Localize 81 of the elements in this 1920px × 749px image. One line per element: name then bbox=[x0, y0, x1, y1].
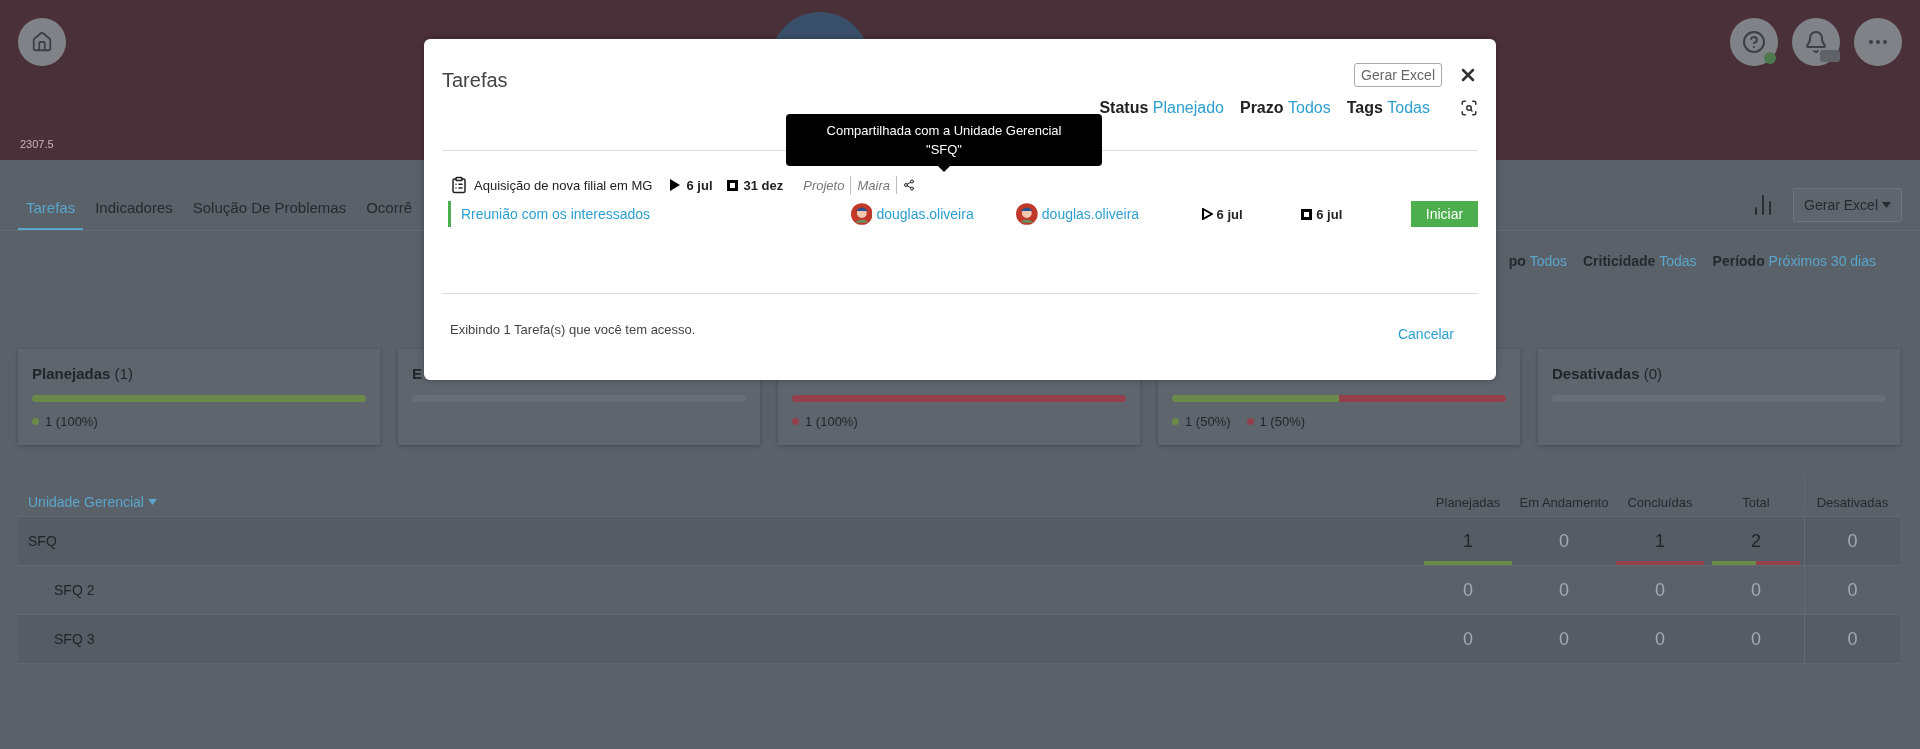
legend-item: 1 (100%) bbox=[792, 414, 858, 429]
task-end: 6 jul bbox=[1316, 206, 1344, 222]
column-header: Planejadas bbox=[1434, 495, 1502, 510]
count-value: 0 bbox=[1847, 530, 1858, 552]
more-icon bbox=[1869, 40, 1887, 44]
filter-label[interactable]: Prazo Todos bbox=[1239, 99, 1331, 117]
clipboard-icon bbox=[450, 176, 468, 194]
excel-dropdown[interactable]: Gerar Excel bbox=[1793, 188, 1902, 222]
excel-button[interactable]: Gerar Excel bbox=[1354, 63, 1442, 87]
unit-name: SFQ 3 bbox=[53, 631, 96, 647]
project-type: Projeto bbox=[803, 177, 845, 193]
tooltip-pointer-icon bbox=[938, 166, 950, 172]
help-button[interactable] bbox=[1730, 18, 1778, 66]
focus-button[interactable] bbox=[1460, 99, 1478, 117]
unit-name: SFQ 2 bbox=[53, 582, 96, 598]
avatar-icon bbox=[1016, 203, 1038, 225]
count-value: 1 bbox=[1655, 530, 1665, 552]
start-button[interactable]: Iniciar bbox=[1410, 201, 1478, 227]
count-value: 0 bbox=[1559, 628, 1569, 650]
home-button[interactable] bbox=[18, 18, 66, 66]
project-name: Aquisição de nova filial em MG bbox=[474, 177, 653, 193]
focus-icon bbox=[1460, 99, 1478, 117]
status-dot bbox=[1764, 52, 1776, 64]
count-value: 0 bbox=[1463, 579, 1473, 601]
filter-label[interactable]: Período Próximos 30 dias bbox=[1712, 253, 1876, 269]
summary-text: Exibindo 1 Tarefa(s) que você tem acesso. bbox=[450, 321, 696, 337]
bell-icon bbox=[1804, 30, 1828, 54]
legend-item: 1 (50%) bbox=[1172, 414, 1231, 429]
page-tab[interactable]: Ocorrê bbox=[358, 191, 421, 230]
filter-label[interactable]: Status Planejado bbox=[1099, 99, 1224, 117]
count-value: 0 bbox=[1463, 628, 1473, 650]
column-header: Em Andamento bbox=[1518, 495, 1610, 510]
version-label: 2307.5 bbox=[20, 138, 54, 150]
filter-label[interactable]: Tags Todas bbox=[1346, 99, 1430, 117]
page-tab[interactable]: Solução De Problemas bbox=[184, 191, 355, 230]
share-icon[interactable] bbox=[902, 179, 915, 191]
card-title: E bbox=[412, 365, 423, 384]
count-value: 0 bbox=[1655, 628, 1665, 650]
project-owner: Maira bbox=[857, 177, 890, 193]
column-header: Desativadas bbox=[1804, 475, 1900, 510]
count-value: 0 bbox=[1751, 579, 1761, 601]
cancel-link[interactable]: Cancelar bbox=[1397, 326, 1454, 342]
dialog-title: Tarefas bbox=[442, 69, 508, 93]
count-value: 0 bbox=[1559, 530, 1569, 552]
page-tab[interactable]: Indicadores bbox=[87, 191, 181, 230]
column-header: Concluídas bbox=[1626, 495, 1694, 510]
card-title: Planejadas (1) bbox=[32, 365, 134, 384]
count-value: 0 bbox=[1655, 579, 1665, 601]
count-value: 0 bbox=[1751, 628, 1761, 650]
page-tab[interactable]: Tarefas bbox=[18, 191, 84, 230]
caret-icon bbox=[147, 499, 157, 505]
stop-icon bbox=[1301, 208, 1313, 220]
responsible-link[interactable]: douglas.oliveira bbox=[876, 206, 1017, 222]
notifications-button[interactable] bbox=[1792, 18, 1840, 66]
count-value: 0 bbox=[1847, 579, 1858, 601]
avatar-icon bbox=[850, 203, 873, 225]
count-value: 0 bbox=[1847, 628, 1858, 650]
unit-column-header[interactable]: Unidade Gerencial bbox=[18, 494, 167, 510]
help-icon bbox=[1742, 30, 1766, 54]
legend-item: 1 (50%) bbox=[1246, 414, 1306, 429]
unit-name: SFQ bbox=[27, 533, 58, 549]
more-button[interactable] bbox=[1854, 18, 1902, 66]
start-date: 6 jul bbox=[686, 177, 713, 193]
column-header: Total bbox=[1741, 495, 1771, 510]
task-link[interactable]: Rreunião com os interessados bbox=[460, 206, 851, 222]
filter-label[interactable]: po Todos bbox=[1508, 253, 1567, 269]
count-value: 1 bbox=[1463, 530, 1473, 552]
author-link[interactable]: douglas.oliveira bbox=[1041, 206, 1182, 222]
end-date: 31 dez bbox=[743, 177, 784, 193]
play-icon bbox=[670, 179, 681, 191]
legend-item: 1 (100%) bbox=[32, 414, 98, 429]
notification-badge bbox=[1820, 50, 1840, 62]
caret-icon bbox=[1882, 202, 1891, 208]
stop-icon bbox=[726, 179, 738, 191]
count-value: 2 bbox=[1751, 530, 1761, 552]
card-title: Desativadas (0) bbox=[1552, 365, 1664, 384]
home-icon bbox=[31, 31, 53, 53]
task-start: 6 jul bbox=[1216, 206, 1244, 222]
play-outline-icon bbox=[1201, 208, 1213, 220]
count-value: 0 bbox=[1559, 579, 1569, 601]
filter-label[interactable]: Criticidade Todas bbox=[1583, 253, 1697, 269]
